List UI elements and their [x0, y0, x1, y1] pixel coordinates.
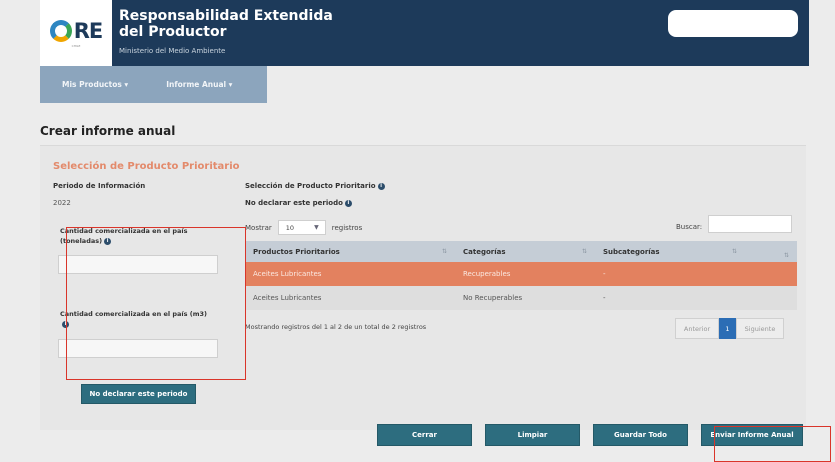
no-declare-button[interactable]: No declarar este periodo: [81, 384, 196, 404]
chevron-down-icon: ▼: [314, 224, 319, 231]
recycle-logo-icon: [49, 19, 72, 42]
period-label: Periodo de Información: [53, 182, 146, 190]
col-categorias-label: Categorías: [463, 247, 506, 256]
cell-producto: Aceites Lubricantes: [253, 270, 322, 278]
show-suffix: registros: [331, 223, 363, 232]
col-productos[interactable]: Productos Prioritarios ⇅: [245, 248, 455, 256]
cell-categoria: Recuperables: [463, 270, 511, 278]
show-prefix: Mostrar: [245, 223, 272, 232]
sort-icon[interactable]: ⇅: [732, 248, 737, 255]
selection-label-text: Selección de Producto Prioritario: [245, 182, 376, 190]
save-all-button[interactable]: Guardar Todo: [593, 424, 688, 446]
app-title: Responsabilidad Extendida del Productor: [119, 8, 333, 40]
no-declare-label[interactable]: No declarar este periodo i: [245, 199, 352, 207]
close-button[interactable]: Cerrar: [377, 424, 472, 446]
page-length-control: Mostrar 10 ▼ registros: [245, 220, 362, 235]
search-input[interactable]: [708, 215, 792, 233]
selection-label: Selección de Producto Prioritario i: [245, 182, 385, 190]
page-length-select[interactable]: 10 ▼: [277, 220, 326, 235]
nav-mis-productos[interactable]: Mis Productos ▾: [40, 80, 128, 89]
pager-prev-button[interactable]: Anterior: [675, 318, 719, 339]
col-productos-label: Productos Prioritarios: [253, 247, 340, 256]
sort-icon[interactable]: ⇅: [784, 252, 789, 259]
highlight-box-quantities: [66, 227, 246, 380]
page-length-value: 10: [285, 223, 295, 232]
pager-page-1[interactable]: 1: [719, 318, 736, 339]
page-title: Crear informe anual: [40, 124, 176, 138]
period-value: 2022: [53, 199, 71, 207]
section-heading: Selección de Producto Prioritario: [53, 161, 240, 172]
cell-categoria: No Recuperables: [463, 294, 523, 302]
products-table: Productos Prioritarios ⇅ Categorías ⇅ Subc…: [245, 241, 797, 310]
col-subcategorias[interactable]: Subcategorías ⇅: [595, 248, 745, 256]
cell-subcategoria: -: [603, 294, 606, 302]
logo-sub: CHILE: [71, 43, 81, 48]
cell-producto: Aceites Lubricantes: [253, 294, 322, 302]
no-declare-label-text: No declarar este periodo: [245, 199, 343, 207]
main-nav: Mis Productos ▾ Informe Anual ▾: [40, 66, 267, 103]
pager-next-button[interactable]: Siguiente: [736, 318, 784, 339]
search-label: Buscar:: [676, 223, 703, 231]
pagination: Anterior 1 Siguiente: [675, 318, 784, 339]
table-row[interactable]: Aceites Lubricantes No Recuperables -: [245, 286, 797, 310]
table-header: Productos Prioritarios ⇅ Categorías ⇅ Subc…: [245, 241, 797, 262]
col-subcategorias-label: Subcategorías: [603, 247, 660, 256]
cell-subcategoria: -: [603, 270, 606, 278]
table-row[interactable]: Aceites Lubricantes Recuperables -: [245, 262, 797, 286]
app-subtitle: Ministerio del Medio Ambiente: [119, 47, 226, 55]
sort-icon[interactable]: ⇅: [442, 248, 447, 255]
table-info: Mostrando registros del 1 al 2 de un tot…: [245, 323, 427, 331]
nav-informe-anual[interactable]: Informe Anual ▾: [128, 80, 232, 89]
info-icon[interactable]: i: [344, 199, 352, 207]
logo-text: RE: [73, 18, 103, 43]
clear-button[interactable]: Limpiar: [485, 424, 580, 446]
info-icon[interactable]: i: [377, 182, 385, 190]
user-menu[interactable]: [668, 10, 798, 37]
sort-icon[interactable]: ⇅: [582, 248, 587, 255]
col-categorias[interactable]: Categorías ⇅: [455, 248, 595, 256]
highlight-box-send: [714, 426, 831, 462]
logo[interactable]: RE CHILE: [40, 0, 112, 66]
app-header: RE CHILE Responsabilidad Extendida del P…: [40, 0, 809, 66]
